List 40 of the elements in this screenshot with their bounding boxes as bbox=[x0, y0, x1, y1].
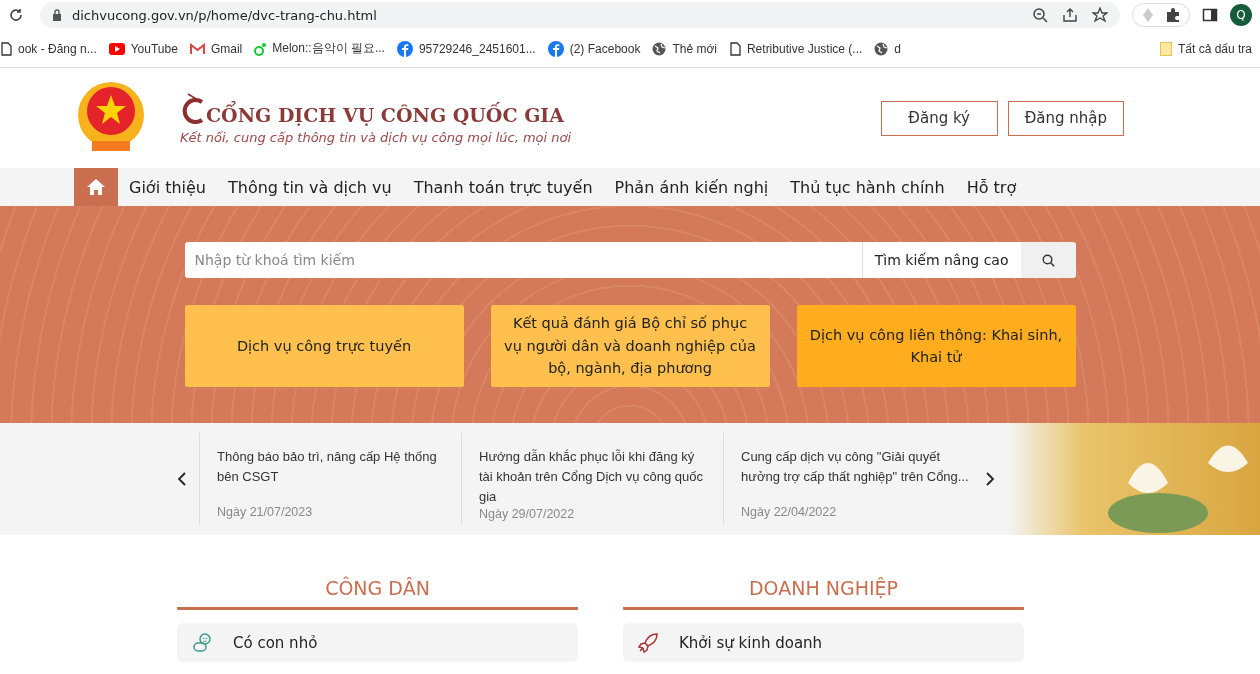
nav-tab[interactable]: Thủ tục hành chính bbox=[779, 168, 956, 206]
news-link[interactable]: Cung cấp dịch vụ công "Giải quyết hưởng trợ cấp thất nghiệp" trên Cổng... bbox=[741, 447, 973, 487]
service-card[interactable]: Kết quả đánh giá Bộ chỉ số phục vụ người dân và doanh nghiệp của bộ, ngành, địa phương bbox=[490, 305, 770, 387]
search-field[interactable]: Nhập từ khoá tìm kiếm bbox=[184, 242, 862, 278]
auth-button[interactable]: Đăng ký bbox=[880, 100, 998, 136]
bookmark[interactable]: (2) Facebook bbox=[547, 40, 641, 57]
bookmark[interactable]: d bbox=[874, 41, 901, 56]
category-item[interactable]: Khởi sự kinh doanh bbox=[623, 623, 1024, 662]
all-bookmarks[interactable]: Tất cả dấu tra bbox=[1159, 41, 1252, 56]
news-link[interactable]: Thông báo bảo trì, nâng cấp Hệ thống bên CSGT bbox=[217, 447, 449, 487]
category-label: Khởi sự kinh doanh bbox=[679, 633, 823, 652]
news-date: Ngày 29/07/2022 bbox=[479, 507, 576, 521]
profile-avatar[interactable]: Q bbox=[1230, 4, 1252, 26]
nav-tab[interactable]: Thanh toán trực tuyến bbox=[402, 168, 604, 206]
bookmark[interactable]: 95729246_2451601... bbox=[396, 40, 536, 57]
category-label: Có con nhỏ bbox=[233, 633, 318, 652]
auth-button[interactable]: Đăng nhập bbox=[1007, 100, 1124, 136]
url-text: dichvucong.gov.vn/p/home/dvc-trang-chu.html bbox=[72, 7, 377, 23]
bookmark[interactable]: YouTube bbox=[108, 41, 178, 56]
section-heading: CÔNG DÂN bbox=[177, 577, 578, 610]
bookmark[interactable]: Melon::음악이 필요... bbox=[254, 40, 385, 57]
tagline: Kết nối, cung cấp thông tin và dịch vụ công mọi lúc, mọi nơi bbox=[180, 129, 572, 145]
nav-tab[interactable]: Phản ánh kiến nghị bbox=[603, 168, 780, 206]
category-item[interactable]: Có con nhỏ bbox=[177, 623, 578, 662]
bookmark[interactable]: ook - Đăng n... bbox=[0, 41, 97, 56]
service-card[interactable]: Dịch vụ công liên thông: Khai sinh, Khai tử bbox=[796, 305, 1076, 387]
address-bar[interactable]: dichvucong.gov.vn/p/home/dvc-trang-chu.html bbox=[40, 2, 1120, 28]
bookmark[interactable]: Thẻ mới bbox=[652, 41, 717, 56]
news-link[interactable]: Hướng dẫn khắc phục lỗi khi đăng ký tài khoản trên Cổng Dịch vụ công quốc gia bbox=[479, 447, 711, 507]
news-date: Ngày 21/07/2023 bbox=[217, 505, 314, 519]
nav-tab[interactable]: Thông tin và dịch vụ bbox=[217, 168, 403, 206]
service-card[interactable]: Dịch vụ công trực tuyến bbox=[184, 305, 464, 387]
bookmark[interactable]: Gmail bbox=[189, 41, 243, 56]
section-heading: DOANH NGHIỆP bbox=[623, 577, 1024, 610]
nav-tab[interactable]: Hỗ trợ bbox=[955, 168, 1028, 206]
news-date: Ngày 22/04/2022 bbox=[741, 505, 838, 519]
advanced-search-button[interactable]: Tìm kiếm nâng cao bbox=[861, 242, 1021, 278]
site-title: CỔNG DỊCH VỤ CÔNG QUỐC GIA bbox=[206, 103, 564, 126]
nav-tab[interactable]: Giới thiệu bbox=[118, 168, 217, 206]
bookmark[interactable]: Retributive Justice (... bbox=[728, 41, 863, 56]
